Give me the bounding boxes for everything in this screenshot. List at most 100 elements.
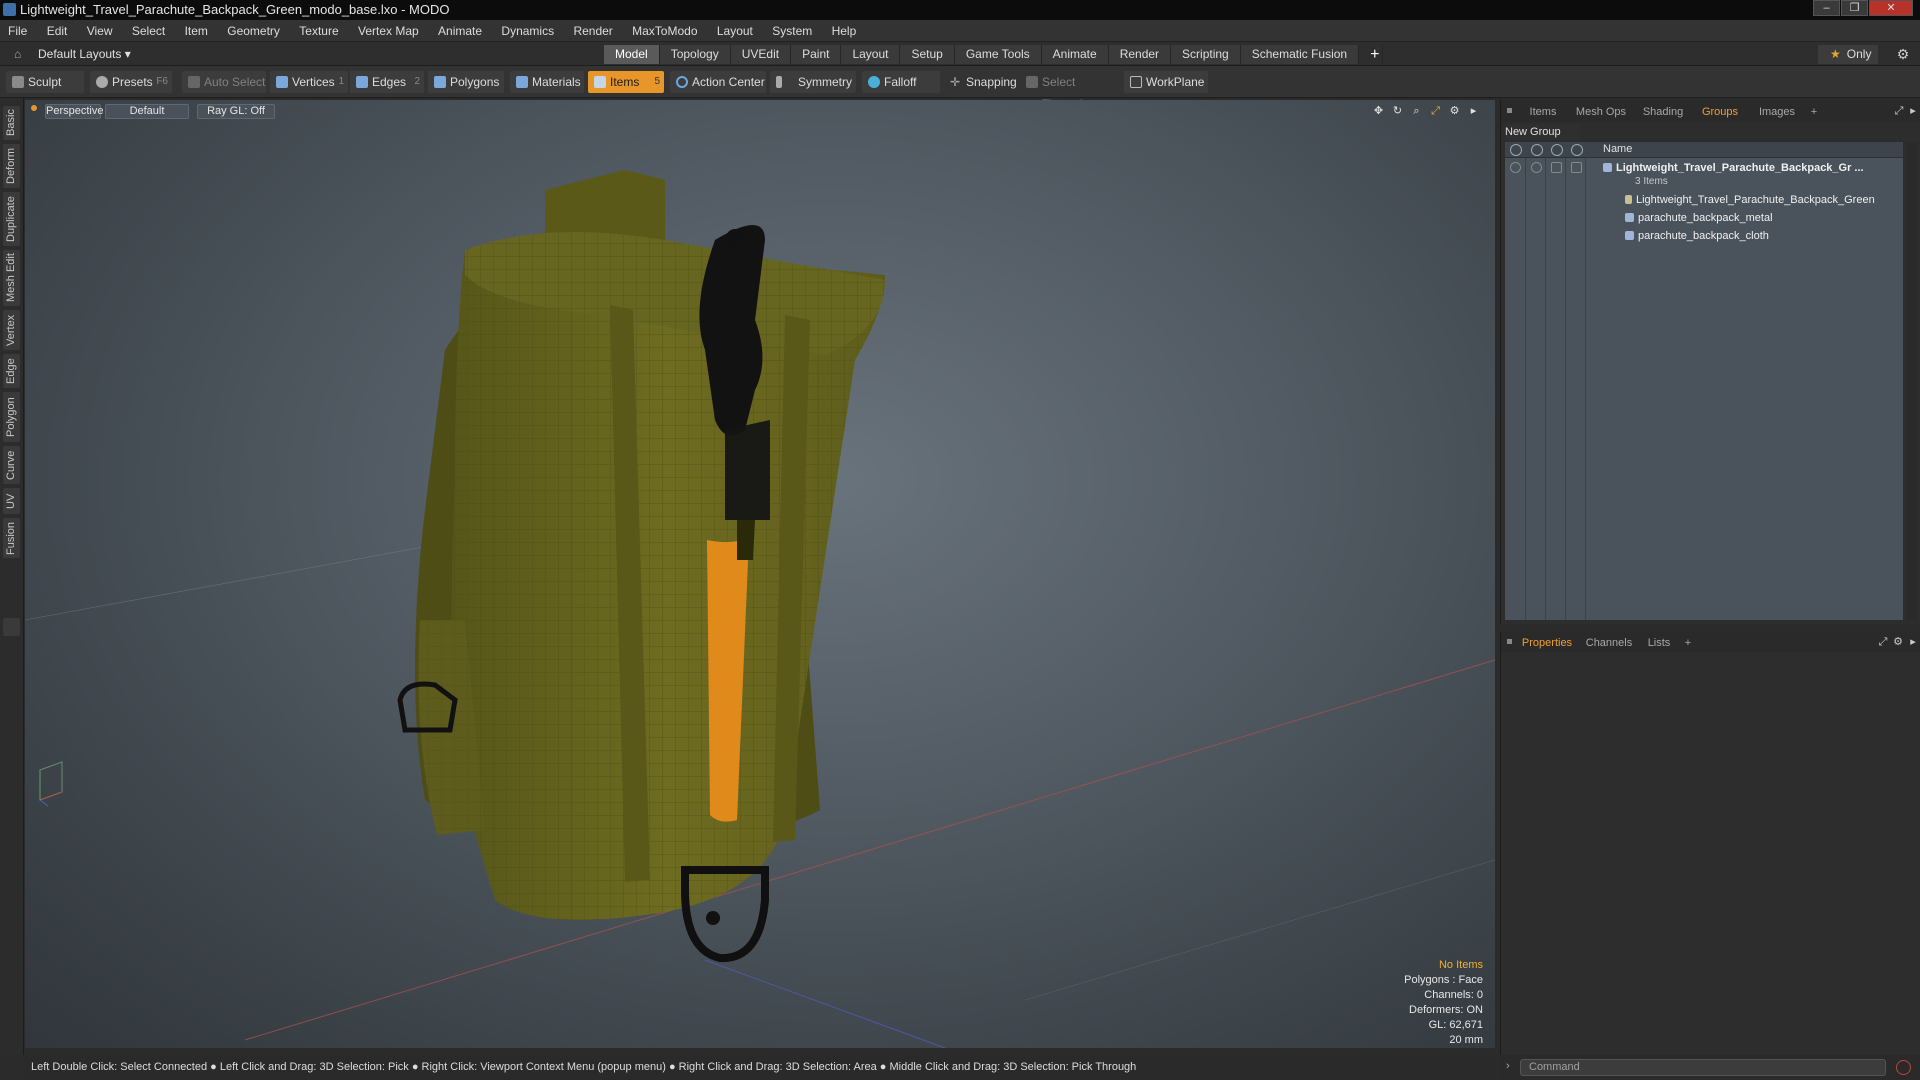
tab-mesh-ops[interactable]: Mesh Ops [1571,103,1631,121]
tab-setup[interactable]: Setup [900,45,955,64]
menu-select[interactable]: Select [124,20,173,42]
list-item[interactable]: Lightweight_Travel_Parachute_Backpack_Gr… [1603,162,1864,174]
menu-layout[interactable]: Layout [709,20,761,42]
rotate-view-icon[interactable]: ↻ [1390,104,1405,119]
add-properties-tab-button[interactable]: + [1679,634,1697,652]
symmetry-button[interactable]: Symmetry [770,71,856,93]
tab-groups[interactable]: Groups [1695,103,1745,121]
groups-scrollbar[interactable] [1906,142,1918,620]
tab-animate[interactable]: Animate [1041,45,1109,64]
new-group-button[interactable]: New Group [1505,124,1580,140]
list-item[interactable]: parachute_backpack_cloth [1625,230,1769,242]
vtab-vertex[interactable]: Vertex [3,310,20,350]
tab-scripting[interactable]: Scripting [1171,45,1241,64]
auto-select-button[interactable]: Auto Select [182,71,266,93]
close-button[interactable]: ✕ [1869,0,1913,16]
workplane-button[interactable]: WorkPlane [1124,71,1208,93]
menu-geometry[interactable]: Geometry [219,20,288,42]
view-shading-button[interactable]: Default [105,104,189,119]
tab-lists[interactable]: Lists [1641,634,1677,652]
select-through-button[interactable]: Select Through [1020,71,1120,111]
materials-button[interactable]: Materials [510,71,584,93]
menu-vertex-map[interactable]: Vertex Map [350,20,427,42]
group-select-toggle[interactable] [1571,162,1582,173]
tab-render[interactable]: Render [1108,45,1172,64]
vtab-curve[interactable]: Curve [3,446,20,484]
edges-button[interactable]: Edges 2 [350,71,424,93]
tab-topology[interactable]: Topology [659,45,731,64]
vtab-expand-handle[interactable] [3,618,20,636]
polygons-button[interactable]: Polygons [428,71,504,93]
layout-selector[interactable]: ⌂ Default Layouts ▾ [14,45,134,63]
tab-uvedit[interactable]: UVEdit [730,45,792,64]
properties-gear-icon[interactable]: ⚙ [1890,634,1906,650]
vtab-deform[interactable]: Deform [3,144,20,188]
tab-shading[interactable]: Shading [1635,103,1691,121]
vtab-basic[interactable]: Basic [3,106,20,140]
command-input[interactable]: Command [1520,1059,1886,1076]
maximize-button[interactable]: ❐ [1841,0,1868,16]
layout-gear-icon[interactable]: ⚙ [1895,46,1911,62]
menu-help[interactable]: Help [824,20,865,42]
viewport-3d[interactable]: Perspective Default Ray GL: Off ✥ ↻ ⌕ ⤢ … [25,100,1495,1048]
panel-menu-icon[interactable]: ▸ [1905,103,1920,119]
properties-menu-icon[interactable]: ▸ [1905,634,1920,650]
viewport-gear-icon[interactable]: ⚙ [1447,104,1462,119]
tab-properties[interactable]: Properties [1519,634,1575,652]
tab-layout[interactable]: Layout [841,45,901,64]
vtab-edge[interactable]: Edge [3,354,20,388]
zoom-view-icon[interactable]: ⌕ [1409,104,1424,119]
fit-view-icon[interactable]: ⤢ [1428,104,1443,119]
presets-button[interactable]: Presets F6 [90,71,172,93]
lock-column-icon[interactable] [1551,144,1563,156]
items-button[interactable]: Items 5 [588,71,664,93]
add-panel-tab-button[interactable]: + [1805,103,1823,121]
menu-texture[interactable]: Texture [291,20,346,42]
viewport-expand-icon[interactable]: ▸ [1466,104,1481,119]
sculpt-button[interactable]: Sculpt [6,71,84,93]
only-button[interactable]: ★ Only [1818,45,1878,64]
menu-item[interactable]: Item [177,20,216,42]
add-tab-button[interactable]: + [1359,45,1384,64]
group-visibility-toggle[interactable] [1510,162,1521,173]
vtab-fusion[interactable]: Fusion [3,518,20,558]
tab-paint[interactable]: Paint [791,45,842,64]
tab-model[interactable]: Model [604,45,660,64]
raygl-button[interactable]: Ray GL: Off [197,104,275,119]
tab-schematic-fusion[interactable]: Schematic Fusion [1240,45,1360,64]
view-perspective-button[interactable]: Perspective [45,104,103,119]
render-column-icon[interactable] [1531,144,1543,156]
vtab-mesh-edit[interactable]: Mesh Edit [3,250,20,306]
command-expand-icon[interactable]: › [1506,1060,1510,1072]
tab-images[interactable]: Images [1751,103,1803,121]
menu-file[interactable]: File [0,20,35,42]
snapping-button[interactable]: ✛ Snapping [944,71,1017,93]
vtab-polygon[interactable]: Polygon [3,392,20,442]
vtab-duplicate[interactable]: Duplicate [3,192,20,246]
menu-dynamics[interactable]: Dynamics [493,20,562,42]
menu-render[interactable]: Render [565,20,620,42]
select-column-icon[interactable] [1571,144,1583,156]
tab-items[interactable]: Items [1521,103,1565,121]
tab-channels[interactable]: Channels [1581,634,1637,652]
properties-expand-icon[interactable]: ⤢ [1875,634,1891,650]
menu-maxtomodo[interactable]: MaxToModo [624,20,705,42]
menu-animate[interactable]: Animate [430,20,490,42]
menu-edit[interactable]: Edit [39,20,76,42]
move-view-icon[interactable]: ✥ [1371,104,1386,119]
group-render-toggle[interactable] [1531,162,1542,173]
layout-home-icon[interactable]: ⌂ [14,47,28,61]
list-item[interactable]: parachute_backpack_metal [1625,212,1773,224]
falloff-button[interactable]: Falloff [862,71,940,93]
menu-system[interactable]: System [764,20,820,42]
minimize-button[interactable]: – [1813,0,1840,16]
list-item[interactable]: Lightweight_Travel_Parachute_Backpack_Gr… [1625,194,1875,206]
vertices-button[interactable]: Vertices 1 [270,71,348,93]
menu-view[interactable]: View [79,20,121,42]
vtab-uv[interactable]: UV [3,488,20,514]
group-lock-toggle[interactable] [1551,162,1562,173]
action-center-button[interactable]: Action Center [670,71,766,93]
name-column-header[interactable]: Name [1603,143,1632,155]
command-execute-icon[interactable] [1896,1060,1911,1075]
visibility-column-icon[interactable] [1510,144,1522,156]
